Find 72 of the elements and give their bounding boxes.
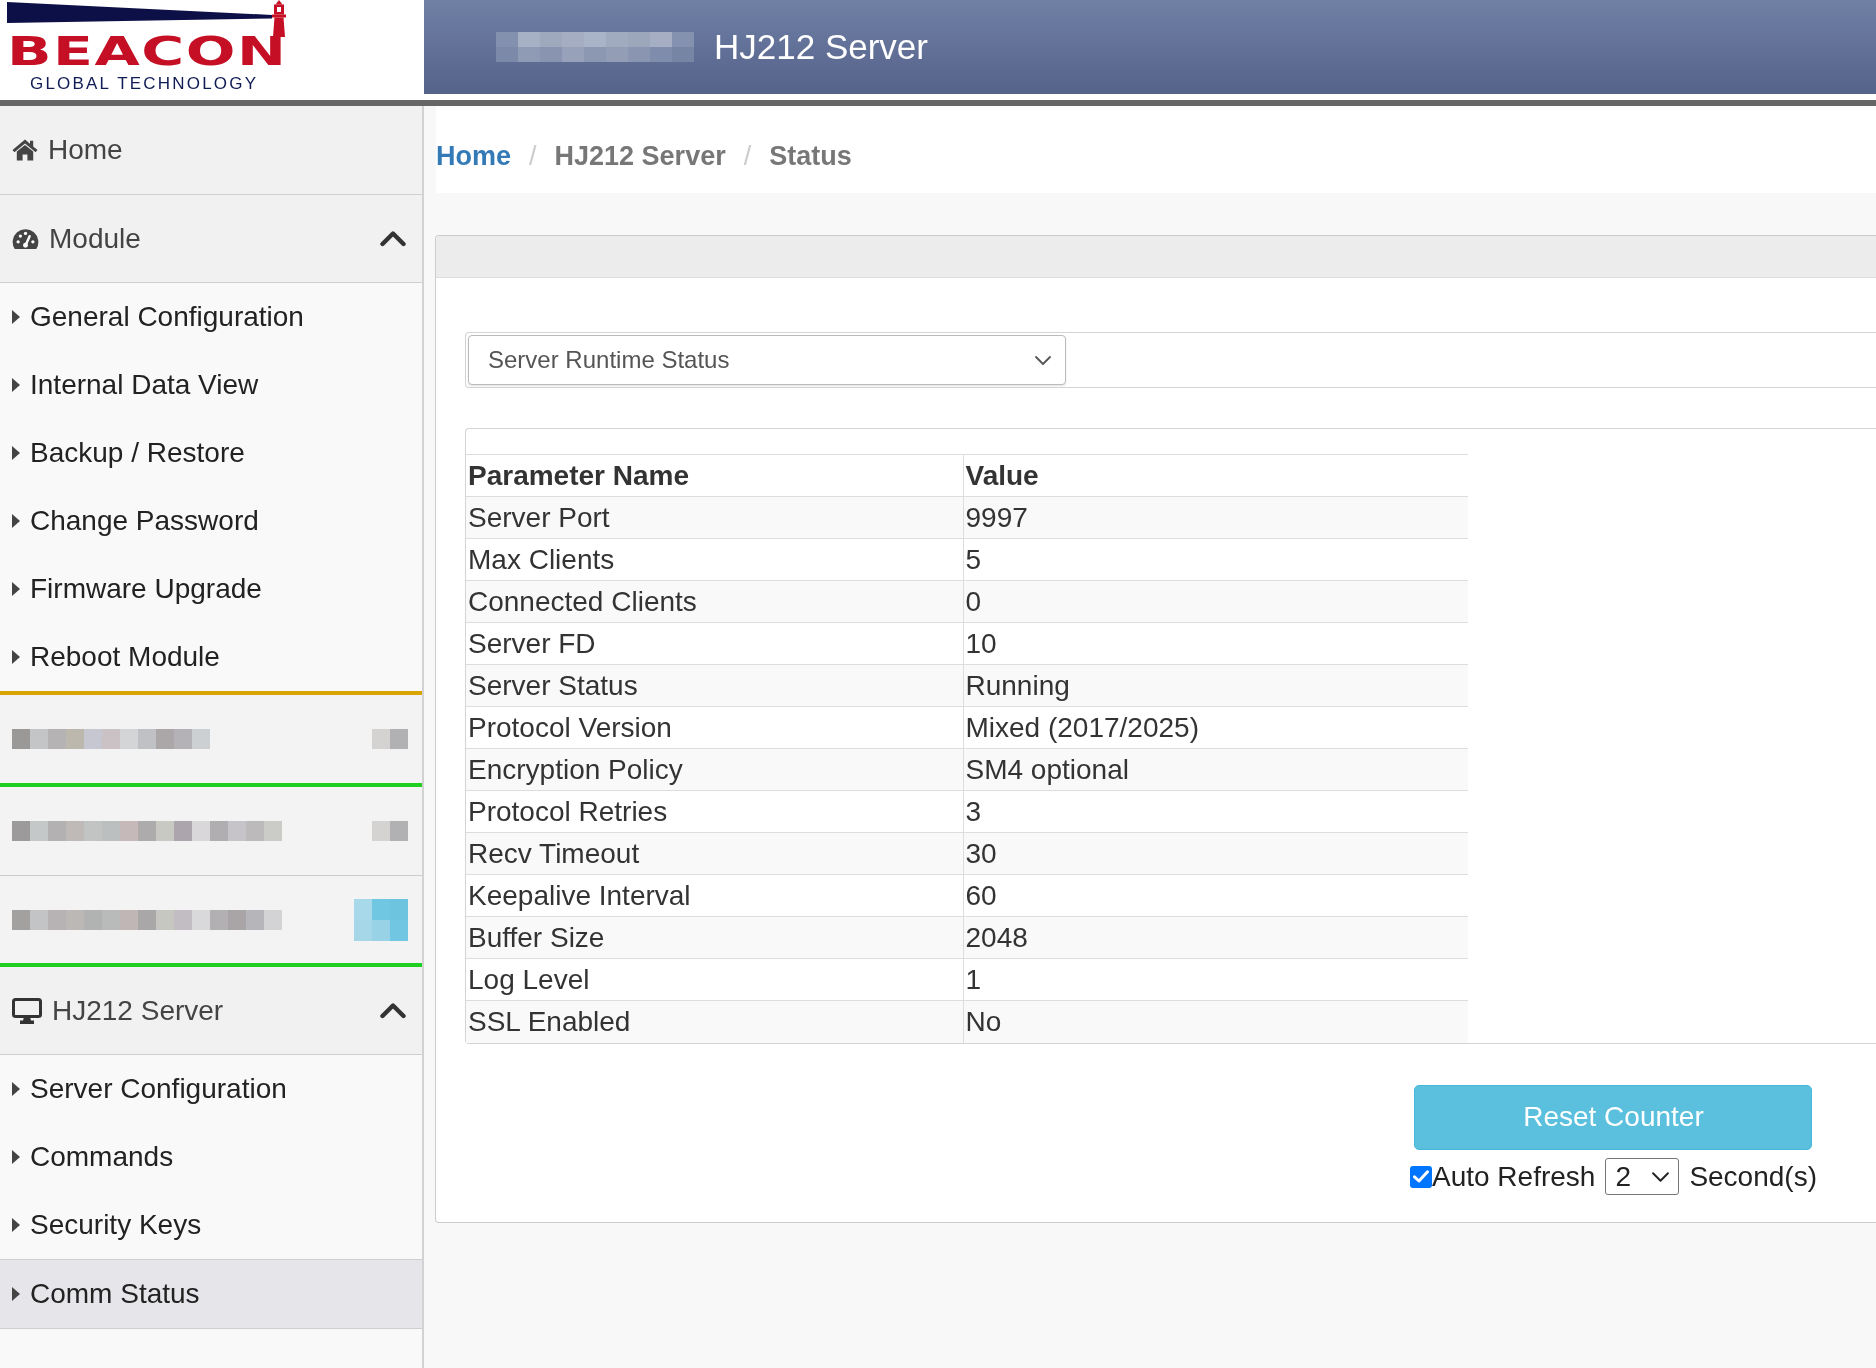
table-cell: SM4 optional (963, 748, 1468, 791)
chevron-down-icon (1652, 1171, 1670, 1182)
caret-right-icon (12, 446, 20, 460)
breadcrumb-separator: / (529, 141, 537, 172)
caret-right-icon (12, 582, 20, 596)
table-cell: Encryption Policy (466, 748, 963, 791)
caret-right-icon (12, 310, 20, 324)
table-header-cell: Value (963, 454, 1468, 497)
logo-wordmark: BEACON (7, 37, 288, 67)
caret-right-icon (12, 514, 20, 528)
sidebar-subitem[interactable]: Firmware Upgrade (0, 555, 422, 623)
sidebar-subitem[interactable]: General Configuration (0, 283, 422, 351)
table-cell: SSL Enabled (466, 1000, 963, 1043)
sidebar-subitem[interactable]: Comm Status (0, 1259, 422, 1329)
table-cell: No (963, 1000, 1468, 1043)
table-cell: Connected Clients (466, 580, 963, 623)
table-cell: Protocol Retries (466, 790, 963, 833)
home-icon (12, 139, 38, 161)
table-cell: 2048 (963, 916, 1468, 959)
table-cell: Max Clients (466, 538, 963, 581)
pixelated-value (372, 821, 408, 841)
interval-select[interactable]: 2 (1605, 1158, 1680, 1195)
pixelated-value (372, 729, 408, 749)
table-cell: Mixed (2017/2025) (963, 706, 1468, 749)
table-cell: Recv Timeout (466, 832, 963, 875)
sidebar-subitem[interactable]: Reboot Module (0, 623, 422, 691)
sidebar-group-header[interactable]: Module (0, 195, 422, 283)
caret-right-icon (12, 1150, 20, 1164)
table-cell: Keepalive Interval (466, 874, 963, 917)
sidebar-subitem[interactable]: Server Configuration (0, 1055, 422, 1123)
table-cell: Running (963, 664, 1468, 707)
auto-refresh-label: Auto Refresh (1431, 1160, 1596, 1193)
table-cell: Buffer Size (466, 916, 963, 959)
breadcrumb-item: HJ212 Server (554, 141, 726, 172)
chevron-down-icon (1035, 355, 1051, 365)
table-cell: 30 (963, 832, 1468, 875)
table-cell: 5 (963, 538, 1468, 581)
table-cell: Server Status (466, 664, 963, 707)
caret-right-icon (12, 650, 20, 664)
breadcrumb-separator: / (743, 141, 752, 172)
gauge-icon (12, 228, 39, 249)
sidebar-subitem[interactable]: Backup / Restore (0, 419, 422, 487)
sidebar-group-header[interactable]: HJ212 Server (0, 967, 422, 1055)
monitor-icon (12, 997, 42, 1024)
table-header-cell: Parameter Name (466, 454, 963, 497)
sidebar-subitem[interactable]: Security Keys (0, 1191, 422, 1259)
auto-refresh-checkbox[interactable] (1409, 1165, 1432, 1188)
table-cell: 1 (963, 958, 1468, 1001)
table-cell: 0 (963, 580, 1468, 623)
sidebar-subitem[interactable]: Commands (0, 1123, 422, 1191)
sidebar-subitem[interactable]: Change Password (0, 487, 422, 555)
caret-right-icon (12, 1218, 20, 1232)
table-cell: Log Level (466, 958, 963, 1001)
breadcrumb-link[interactable]: Home (436, 141, 511, 172)
sidebar-item[interactable]: Home (0, 106, 422, 195)
table-cell: 3 (963, 790, 1468, 833)
breadcrumb-item: Status (769, 141, 852, 172)
table-cell: 10 (963, 622, 1468, 665)
table-cell: Server Port (466, 496, 963, 539)
checkmark-icon (1412, 1170, 1429, 1183)
table-cell: 9997 (963, 496, 1468, 539)
table-cell: Server FD (466, 622, 963, 665)
table-cell: 60 (963, 874, 1468, 917)
caret-right-icon (12, 1287, 20, 1301)
table-cell: Protocol Version (466, 706, 963, 749)
interval-unit: Second(s) (1689, 1160, 1817, 1193)
caret-right-icon (12, 378, 20, 392)
header-title: HJ212 Server (714, 27, 928, 67)
logo-tagline: GLOBAL TECHNOLOGY (30, 75, 259, 93)
sidebar-subitem[interactable]: Internal Data View (0, 351, 422, 419)
caret-right-icon (12, 1082, 20, 1096)
view-select[interactable]: Server Runtime Status (468, 335, 1066, 385)
